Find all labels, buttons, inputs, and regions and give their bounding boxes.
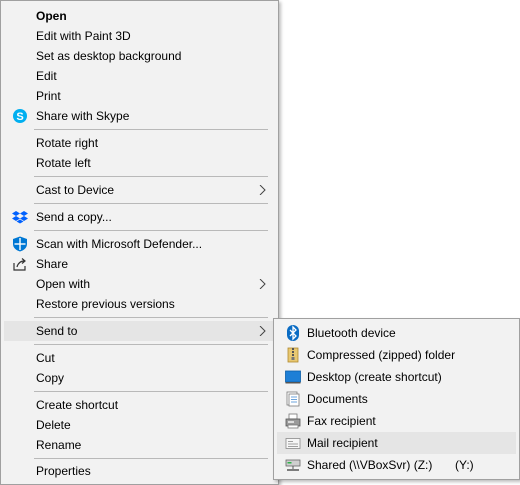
separator	[34, 203, 268, 204]
separator	[34, 129, 268, 130]
send-to-shared-drive[interactable]: Shared (\\VBoxSvr) (Z:) (Y:)	[277, 454, 516, 476]
menu-item-restore-versions[interactable]: Restore previous versions	[4, 294, 275, 314]
network-drive-icon	[285, 459, 301, 471]
send-to-mail[interactable]: Mail recipient	[277, 432, 516, 454]
send-to-fax[interactable]: Fax recipient	[277, 410, 516, 432]
chevron-right-icon	[259, 279, 266, 289]
menu-item-label: Compressed (zipped) folder	[307, 348, 456, 362]
menu-item-print[interactable]: Print	[4, 86, 275, 106]
menu-item-rotate-left[interactable]: Rotate left	[4, 153, 275, 173]
menu-item-set-background[interactable]: Set as desktop background	[4, 46, 275, 66]
bluetooth-icon	[287, 325, 299, 341]
drive-letter-label: (Y:)	[455, 458, 474, 472]
menu-item-properties[interactable]: Properties	[4, 461, 275, 481]
menu-item-label: Cast to Device	[36, 183, 115, 197]
menu-item-label: Open with	[36, 277, 91, 291]
send-to-compressed-folder[interactable]: Compressed (zipped) folder	[277, 344, 516, 366]
menu-item-edit-paint3d[interactable]: Edit with Paint 3D	[4, 26, 275, 46]
menu-item-label: Shared (\\VBoxSvr) (Z:)	[307, 458, 433, 472]
separator	[34, 458, 268, 459]
separator	[34, 176, 268, 177]
menu-item-label: Cut	[36, 351, 55, 365]
menu-item-label: Scan with Microsoft Defender...	[36, 237, 203, 251]
menu-item-rotate-right[interactable]: Rotate right	[4, 133, 275, 153]
menu-item-delete[interactable]: Delete	[4, 415, 275, 435]
share-icon	[13, 258, 26, 271]
menu-item-copy[interactable]: Copy	[4, 368, 275, 388]
menu-item-label: Delete	[36, 418, 71, 432]
menu-item-label: Edit	[36, 69, 57, 83]
menu-item-scan-defender[interactable]: Scan with Microsoft Defender...	[4, 234, 275, 254]
send-to-submenu: Bluetooth device Compressed (zipped) fol…	[273, 318, 520, 480]
menu-item-label: Mail recipient	[307, 436, 378, 450]
menu-item-label: Set as desktop background	[36, 49, 182, 63]
separator	[34, 230, 268, 231]
menu-item-send-to[interactable]: Send to	[4, 321, 275, 341]
documents-icon	[286, 391, 300, 407]
menu-item-label: Documents	[307, 392, 368, 406]
mail-icon	[285, 438, 301, 449]
menu-item-label: Rotate left	[36, 156, 91, 170]
svg-text:S: S	[16, 111, 23, 123]
separator	[34, 317, 268, 318]
menu-item-label: Send to	[36, 324, 78, 338]
menu-item-label: Print	[36, 89, 61, 103]
menu-item-share-skype[interactable]: S Share with Skype	[4, 106, 275, 126]
send-to-desktop[interactable]: Desktop (create shortcut)	[277, 366, 516, 388]
context-menu: Open Edit with Paint 3D Set as desktop b…	[0, 0, 279, 485]
menu-item-open[interactable]: Open	[4, 6, 275, 26]
menu-item-label: Bluetooth device	[307, 326, 396, 340]
menu-item-label: Fax recipient	[307, 414, 376, 428]
menu-item-label: Edit with Paint 3D	[36, 29, 131, 43]
send-to-bluetooth[interactable]: Bluetooth device	[277, 322, 516, 344]
menu-item-label: Rename	[36, 438, 82, 452]
menu-item-label: Create shortcut	[36, 398, 119, 412]
menu-item-label: Share	[36, 257, 69, 271]
menu-item-send-copy[interactable]: Send a copy...	[4, 207, 275, 227]
menu-item-label: Share with Skype	[36, 109, 130, 123]
chevron-right-icon	[259, 326, 266, 336]
chevron-right-icon	[259, 185, 266, 195]
send-to-documents[interactable]: Documents	[277, 388, 516, 410]
fax-icon	[285, 413, 301, 429]
menu-item-label: Rotate right	[36, 136, 99, 150]
menu-item-label: Properties	[36, 464, 91, 478]
desktop-icon	[285, 370, 301, 384]
separator	[34, 344, 268, 345]
menu-item-share[interactable]: Share	[4, 254, 275, 274]
skype-icon: S	[13, 109, 27, 123]
dropbox-icon	[12, 211, 28, 224]
menu-item-label: Copy	[36, 371, 65, 385]
menu-item-rename[interactable]: Rename	[4, 435, 275, 455]
menu-item-cut[interactable]: Cut	[4, 348, 275, 368]
menu-item-cast-to-device[interactable]: Cast to Device	[4, 180, 275, 200]
menu-item-edit[interactable]: Edit	[4, 66, 275, 86]
shield-icon	[13, 236, 27, 252]
separator	[34, 391, 268, 392]
zip-folder-icon	[287, 347, 299, 363]
menu-item-open-with[interactable]: Open with	[4, 274, 275, 294]
menu-item-label: Restore previous versions	[36, 297, 175, 311]
menu-item-label: Send a copy...	[36, 210, 112, 224]
menu-item-label: Open	[36, 9, 67, 23]
menu-item-label: Desktop (create shortcut)	[307, 370, 442, 384]
menu-item-create-shortcut[interactable]: Create shortcut	[4, 395, 275, 415]
